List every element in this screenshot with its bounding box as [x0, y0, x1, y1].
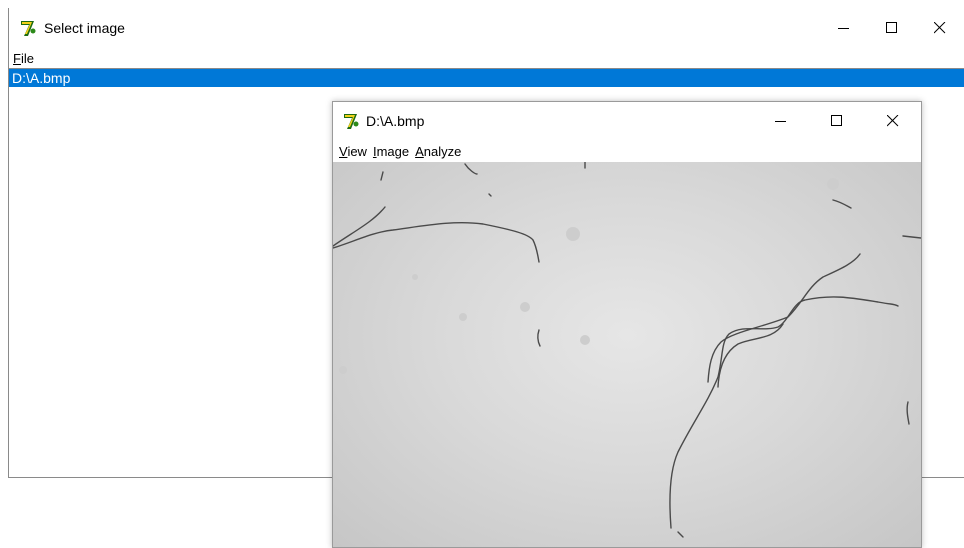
menu-image[interactable]: Image [372, 144, 414, 159]
menu-view[interactable]: View [338, 144, 372, 159]
close-icon [934, 22, 946, 34]
menu-file[interactable]: File [9, 51, 40, 66]
menu-image-rest: mage [376, 143, 410, 159]
menu-file-rest: ile [20, 50, 34, 66]
maximize-icon [831, 115, 842, 126]
list-item[interactable]: D:\A.bmp [9, 69, 964, 87]
image-window-titlebar[interactable]: D:\A.bmp [333, 102, 921, 140]
menu-view-rest: iew [347, 143, 367, 159]
window-title: Select image [44, 20, 125, 36]
close-button[interactable] [916, 8, 964, 48]
image-minimize-button[interactable] [753, 102, 809, 140]
main-titlebar[interactable]: Select image [9, 8, 964, 48]
minimize-icon [775, 121, 786, 122]
menu-analyze-accel: A [415, 143, 424, 159]
menu-file-accel: F [13, 50, 21, 66]
close-icon [887, 115, 899, 127]
caption-buttons [820, 8, 964, 48]
minimize-icon [838, 28, 849, 29]
minimize-button[interactable] [820, 8, 868, 48]
menu-analyze-rest: nalyze [423, 143, 462, 159]
app-logo-icon [21, 21, 36, 36]
maximize-button[interactable] [868, 8, 916, 48]
filament-image [333, 162, 921, 538]
image-menubar: View Image Analyze [333, 140, 921, 162]
image-window-title: D:\A.bmp [366, 113, 425, 129]
menu-analyze[interactable]: Analyze [414, 144, 466, 159]
app-logo-icon [344, 114, 359, 129]
image-caption-buttons [753, 102, 921, 140]
main-menubar: File [9, 48, 964, 68]
microscope-image[interactable] [333, 162, 921, 547]
image-maximize-button[interactable] [809, 102, 865, 140]
maximize-icon [886, 22, 897, 33]
image-window: D:\A.bmp View Image Analyze [332, 101, 922, 548]
image-close-button[interactable] [865, 102, 921, 140]
